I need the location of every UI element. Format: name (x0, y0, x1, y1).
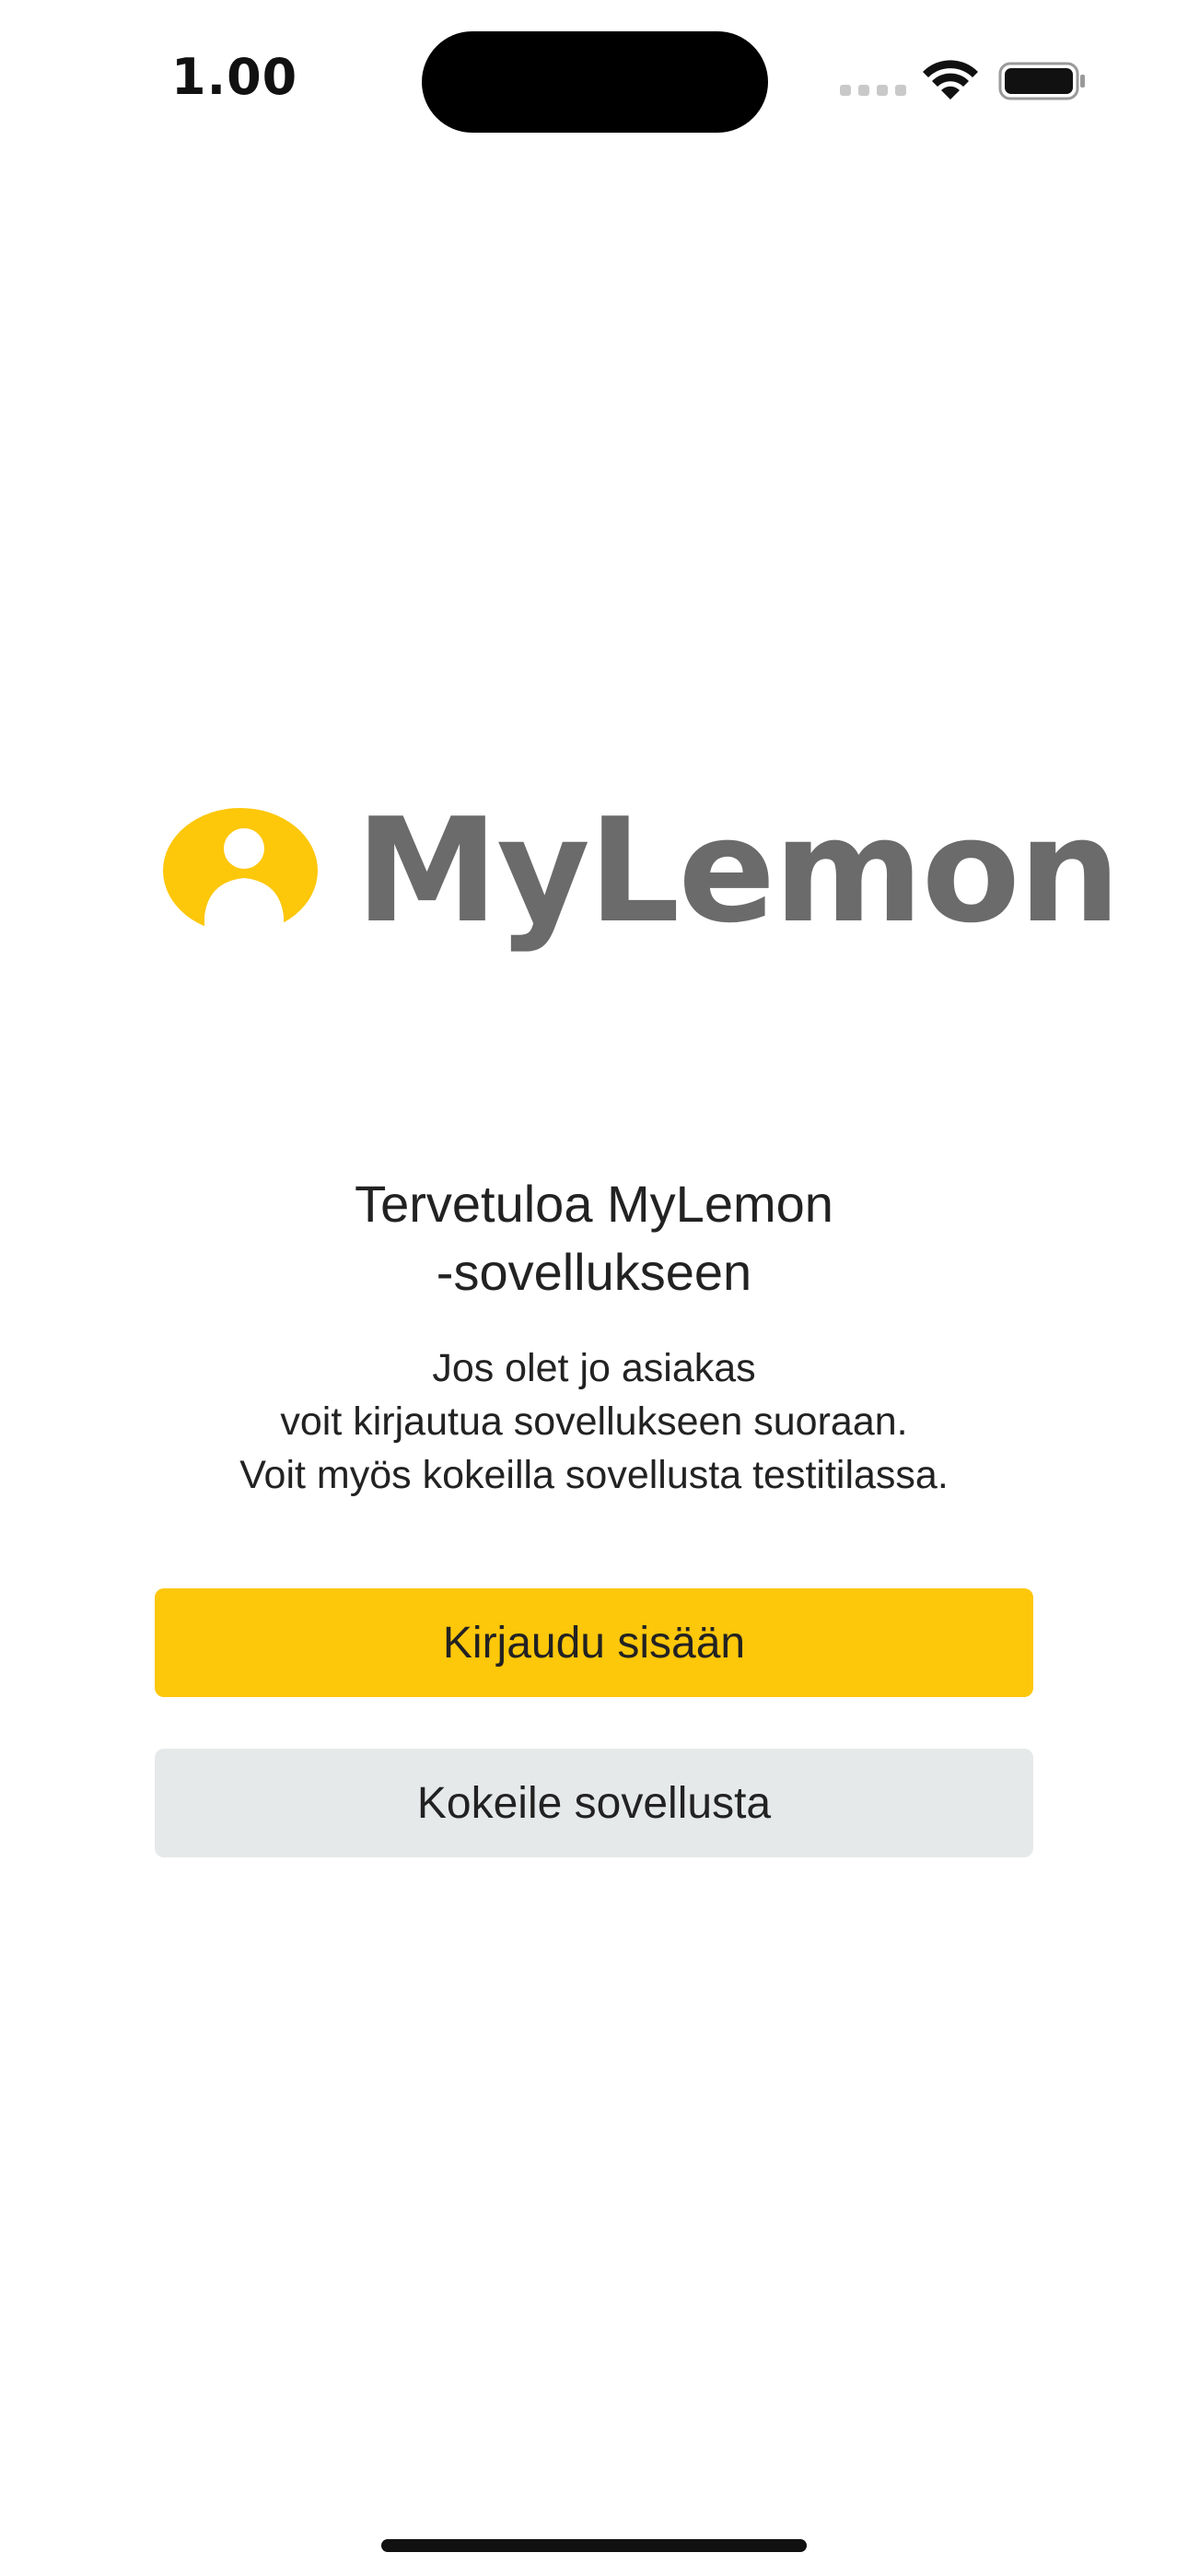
welcome-title-line2: -sovellukseen (436, 1243, 752, 1301)
user-avatar-icon (163, 808, 318, 935)
wifi-icon (923, 60, 978, 100)
welcome-body-line2: voit kirjautua sovellukseen suoraan. (280, 1399, 908, 1444)
status-time: 1.00 (171, 48, 298, 106)
signal-icon (840, 85, 906, 96)
welcome-title-line1: Tervetuloa MyLemon (355, 1175, 833, 1233)
home-indicator[interactable] (381, 2539, 807, 2552)
mylemon-logo: MyLemon (162, 783, 1121, 958)
battery-icon (998, 62, 1085, 100)
welcome-title: Tervetuloa MyLemon -sovellukseen (134, 1170, 1054, 1306)
logo-text: MyLemon (355, 787, 1121, 954)
welcome-body-line1: Jos olet jo asiakas (432, 1346, 756, 1390)
welcome-description: Jos olet jo asiakas voit kirjautua sovel… (134, 1341, 1054, 1502)
welcome-body-line3: Voit myös kokeilla sovellusta testitilas… (239, 1453, 949, 1497)
dynamic-island (422, 31, 768, 133)
try-app-button[interactable]: Kokeile sovellusta (155, 1749, 1033, 1857)
login-button[interactable]: Kirjaudu sisään (155, 1588, 1033, 1697)
